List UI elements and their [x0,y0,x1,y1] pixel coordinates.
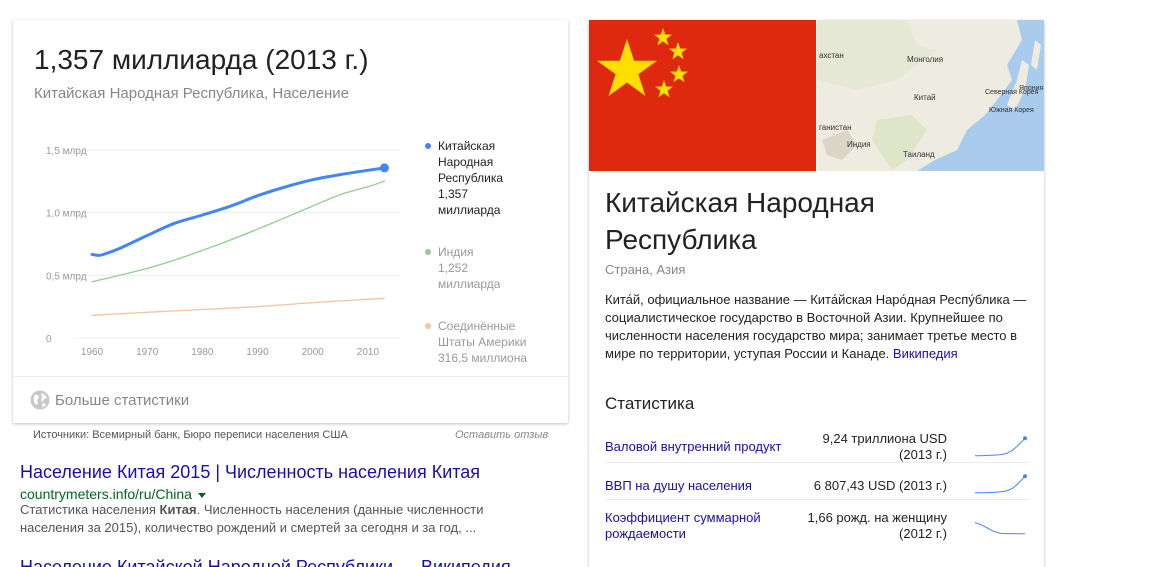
legend-china-text: Китайская [438,139,495,153]
china-population-line[interactable] [90,166,386,257]
wikipedia-link[interactable]: Википедия [893,346,958,361]
stat-row-gdp: Валовой внутренний продукт 9,24 триллион… [605,431,1029,463]
legend-china-text: миллиарда [438,203,501,217]
gdp-per-capita-sparkline[interactable] [973,470,1029,498]
result-title-2[interactable]: Население Китайской Народной Республики … [20,557,511,567]
india-population-line[interactable] [91,180,386,283]
snippet-text-before: Статистика населения [20,502,160,517]
stat-value-gdp: 9,24 триллиона USD (2013 г.) [757,431,948,463]
map-label-india: Индия [847,140,871,149]
map-label-japan: Япония [1019,85,1044,92]
entity-title: Китайская Народная Республика [605,187,875,255]
globe-icon [30,390,50,410]
stat-row-fertility: Коэффициент суммарной рождаемости 1,66 р… [605,509,1029,545]
more-statistics-label: Больше статистики [55,392,190,409]
entity-description: Кита́й, официальное название — Кита́йска… [605,291,1033,363]
sparkline-path [974,522,1025,535]
y-tick-label: 0,5 млрд [46,271,87,282]
result-url-1: countrymeters.info/ru/China [20,486,206,502]
legend-india-text: Индия [438,245,473,259]
x-tick-label: 2000 [302,347,325,358]
y-tick-label: 0 [46,334,52,345]
stat-value-gdp-line2: (2013 г.) [899,447,947,462]
stat-value-gdp-line1: 9,24 триллиона USD [822,431,948,446]
y-tick-label: 1,0 млрд [46,209,87,220]
fertility-sparkline[interactable] [973,513,1029,541]
map-image[interactable]: ахстан Монголия Китай Северная Корея Южн… [817,20,1044,171]
result-title-1[interactable]: Население Китая 2015 | Численность насел… [20,462,480,483]
sparkline-end-marker [1023,436,1027,441]
legend-usa-text: Штаты Америки [438,335,526,349]
legend-usa-text: 316,5 миллиона [438,351,527,365]
legend-china-dot [425,143,431,149]
map-label-thailand: Таиланд [903,150,935,159]
sparkline-path [975,475,1026,494]
feedback-link[interactable]: Оставить отзыв [455,429,548,441]
legend-china-text: 1,357 [438,187,468,201]
legend-china-text: Республика [438,171,503,185]
stat-label-fertility-text: Коэффициент суммарной рождаемости [605,510,761,541]
stat-value-gdp-per-capita: 6 807,43 USD (2013 г.) [813,478,947,493]
gdp-sparkline[interactable] [973,433,1029,461]
result-snippet-1: Статистика населения Китая. Численность … [20,501,500,537]
url-menu-arrow-icon[interactable] [197,492,206,498]
entity-subtitle: Страна, Азия [605,262,686,277]
x-tick-label: 1990 [246,347,269,358]
china-flag-image[interactable] [589,20,816,171]
legend-india-text: 1,252 [438,261,468,275]
knowledge-panel: ахстан Монголия Китай Северная Корея Южн… [589,20,1044,567]
map-label-mongolia: Монголия [907,55,943,64]
map-label-kazakhstan: ахстан [819,51,844,60]
legend-india-text: миллиарда [438,277,501,291]
chart-sources: Источники: Всемирный банк, Бюро переписи… [33,429,348,441]
x-tick-label: 1970 [136,347,159,358]
stat-row-gdp-per-capita: ВВП на душу населения 6 807,43 USD (2013… [605,470,1029,500]
sparkline-path [975,437,1026,457]
usa-population-line[interactable] [91,297,386,316]
stat-value-fertility-line2: (2012 г.) [899,526,947,541]
x-tick-label: 1960 [81,347,104,358]
description-text: Кита́й, официальное название — Кита́йска… [605,292,1027,361]
map-label-south-korea: Южная Корея [989,107,1034,114]
map-label-china: Китай [914,93,936,102]
legend-china-text: Народная [438,155,493,169]
y-tick-label: 1,5 млрд [46,146,87,157]
population-chart[interactable]: 0 0,5 млрд 1,0 млрд 1,5 млрд 1960 1970 1980 199… [13,20,568,376]
more-statistics-button[interactable]: Больше статистики [13,376,568,423]
legend-india-dot [425,249,431,255]
x-tick-label: 2010 [357,347,380,358]
stat-value-fertility-line1: 1,66 рожд. на женщину [807,510,948,525]
snippet-bold: Китая [159,502,197,517]
asia-map: ахстан Монголия Китай Северная Корея Южн… [817,20,1044,171]
stat-value-fertility: 1,66 рожд. на женщину (2012 г.) [757,510,948,542]
x-tick-label: 1980 [191,347,214,358]
legend-usa-text: Соединённые [438,319,516,333]
sparkline-end-marker [1023,474,1027,479]
map-label-afghanistan: ганистан [819,123,852,132]
legend-usa-dot [425,323,431,329]
china-endpoint-marker[interactable] [379,163,389,173]
statistics-heading: Статистика [605,394,695,413]
population-card: 1,357 миллиарда (2013 г.) Китайская Наро… [13,20,568,423]
result-url-text: countrymeters.info/ru/China [20,486,192,502]
